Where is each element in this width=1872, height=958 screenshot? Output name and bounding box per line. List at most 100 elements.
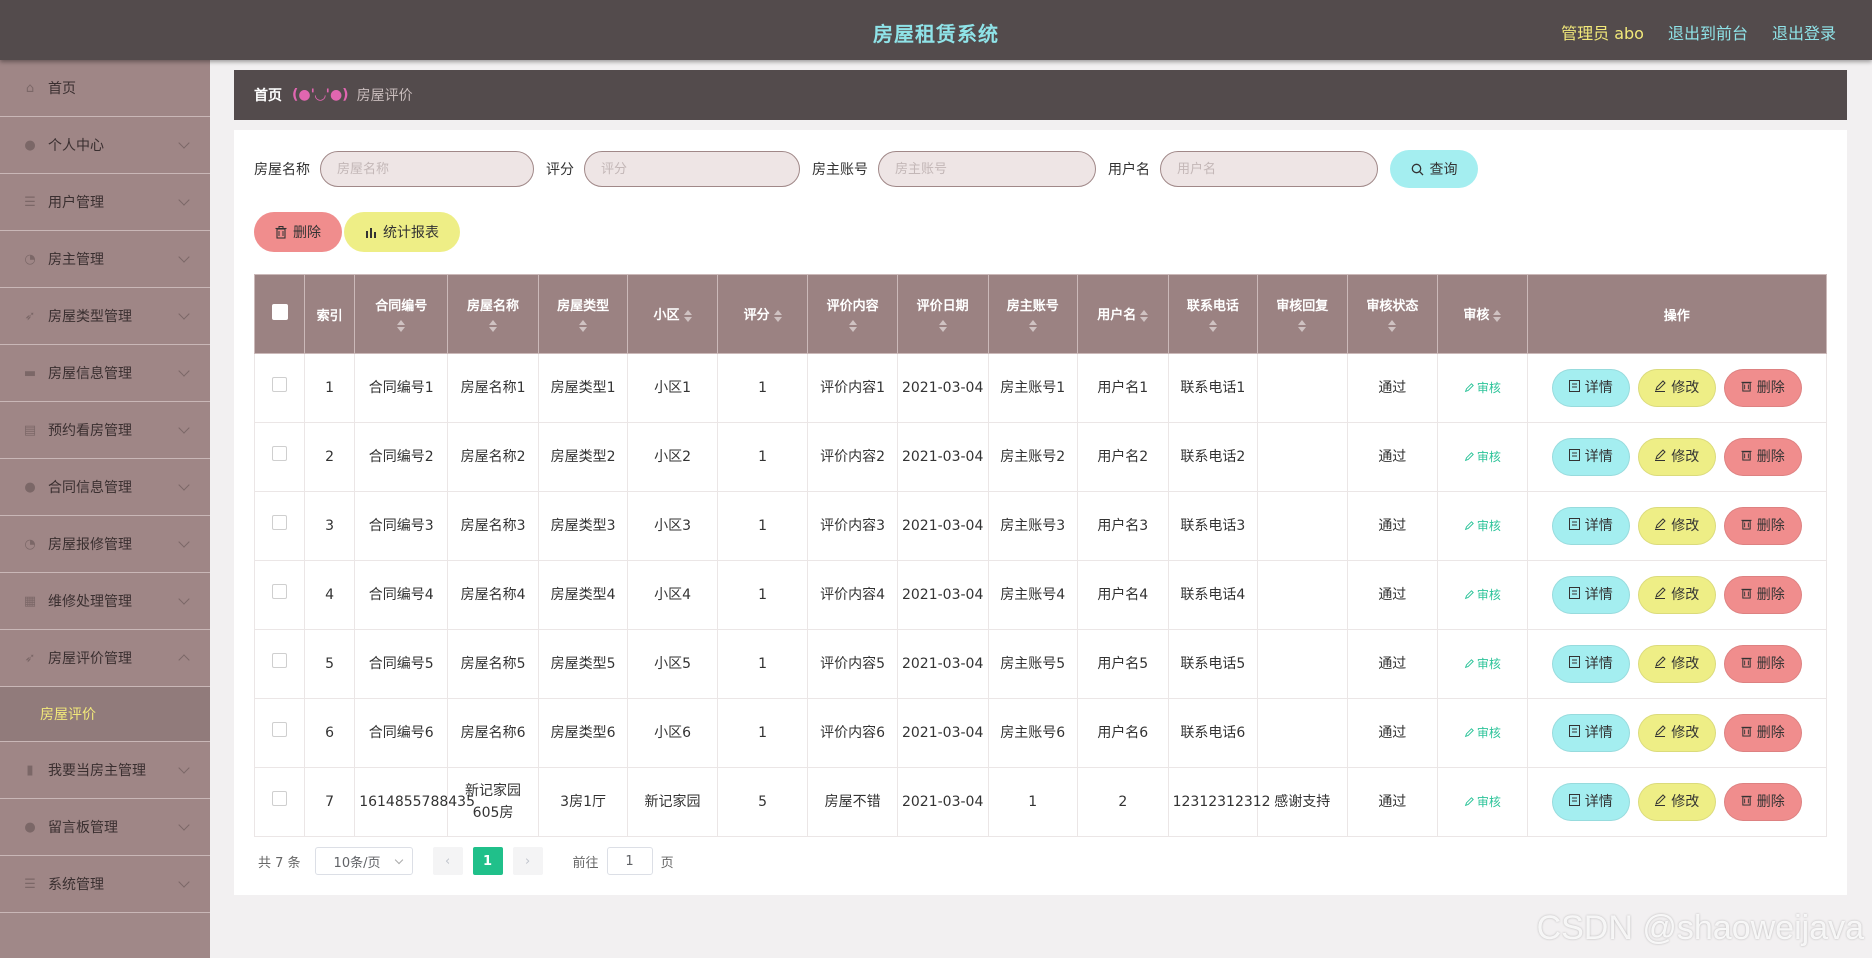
user-input[interactable] [1160,151,1378,187]
review-link-label: 审核 [1476,588,1501,602]
review-link[interactable]: 审核 [1464,519,1501,533]
detail-button[interactable]: 详情 [1551,369,1630,407]
score-input[interactable] [584,151,800,187]
search-icon [1411,163,1423,175]
sidebar-item-2[interactable]: ☰ 用户管理 [0,174,210,231]
goto-page-input[interactable] [606,847,653,875]
col-status[interactable]: 审核状态 [1346,274,1439,354]
col-content[interactable]: 评价内容 [807,274,898,354]
trash-icon [1741,653,1752,675]
stats-report-label: 统计报表 [383,225,439,241]
row-checkbox[interactable] [272,377,288,392]
user-icon: ● [24,819,36,835]
col-date[interactable]: 评价日期 [896,274,989,354]
sidebar-item-4[interactable]: ➶ 房屋类型管理 [0,288,210,345]
row-checkbox[interactable] [272,446,288,461]
page-1-button[interactable]: 1 [472,847,503,875]
back-to-front-link[interactable]: 退出到前台 [1668,20,1748,44]
sort-icon [1140,308,1149,324]
cell-community: 小区5 [627,629,718,699]
delete-button[interactable]: 删除 [1723,438,1802,476]
row-checkbox[interactable] [272,515,288,530]
review-link[interactable]: 审核 [1464,381,1501,395]
prev-page-button[interactable]: ‹ [432,847,463,875]
delete-button[interactable]: 删除 [1723,783,1802,821]
row-checkbox[interactable] [272,584,288,599]
sidebar-subitem-review[interactable]: 房屋评价 [0,687,210,742]
sidebar-item-6[interactable]: ▤ 预约看房管理 [0,402,210,459]
edit-label: 修改 [1671,794,1700,810]
col-phone[interactable]: 联系电话 [1167,274,1259,354]
review-link[interactable]: 审核 [1464,450,1501,464]
cell-reply [1257,422,1348,492]
sidebar-item-7[interactable]: ● 合同信息管理 [0,459,210,516]
row-checkbox[interactable] [272,653,288,668]
col-contract[interactable]: 合同编号 [354,274,449,354]
edit-icon [1654,515,1667,537]
detail-button[interactable]: 详情 [1551,783,1630,821]
cell-owner: 房主账号4 [988,560,1078,630]
owner-input[interactable] [878,151,1096,187]
col-house-type-label: 房屋类型 [557,298,610,314]
detail-button[interactable]: 详情 [1551,576,1630,614]
logout-link[interactable]: 退出登录 [1772,20,1836,44]
row-checkbox[interactable] [272,791,288,806]
cell-house-type: 房屋类型5 [538,629,629,699]
col-house-name[interactable]: 房屋名称 [447,274,539,354]
action-bar: 删除 统计报表 [254,212,460,252]
detail-button[interactable]: 详情 [1551,645,1630,683]
sidebar-item-12[interactable]: ● 留言板管理 [0,799,210,856]
chevron-down-icon [178,593,190,605]
trash-icon [1741,515,1752,537]
col-user[interactable]: 用户名 [1076,274,1169,354]
delete-button[interactable]: 删除 [1723,645,1802,683]
edit-button[interactable]: 修改 [1637,576,1716,614]
delete-button[interactable]: 删除 [1723,507,1802,545]
col-house-type[interactable]: 房屋类型 [537,274,629,354]
sidebar-item-11[interactable]: ▮ 我要当房主管理 [0,742,210,799]
edit-button[interactable]: 修改 [1637,714,1716,752]
col-review[interactable]: 审核 [1437,274,1528,354]
row-checkbox[interactable] [272,722,288,737]
delete-button[interactable]: 删除 [1723,714,1802,752]
edit-button[interactable]: 修改 [1637,369,1716,407]
review-link[interactable]: 审核 [1464,795,1501,809]
sidebar-item-13[interactable]: ☰ 系统管理 [0,856,210,913]
query-button[interactable]: 查询 [1390,150,1478,188]
edit-button[interactable]: 修改 [1637,507,1716,545]
cell-index: 5 [304,629,356,699]
review-cell: 审核 [1437,353,1528,423]
house-name-input[interactable] [320,151,534,187]
select-all-checkbox[interactable] [271,304,288,320]
breadcrumb-home[interactable]: 首页 [254,85,282,105]
sidebar-item-10[interactable]: ➶ 房屋评价管理 [0,630,210,687]
delete-button[interactable]: 删除 [1723,576,1802,614]
sidebar-item-3[interactable]: ◔ 房主管理 [0,231,210,288]
sidebar-item-5[interactable]: ▬ 房屋信息管理 [0,345,210,402]
sidebar-item-8[interactable]: ◔ 房屋报修管理 [0,516,210,573]
detail-button[interactable]: 详情 [1551,438,1630,476]
trash-icon [1741,722,1752,744]
edit-button[interactable]: 修改 [1637,645,1716,683]
batch-delete-button[interactable]: 删除 [254,212,342,252]
edit-button[interactable]: 修改 [1637,438,1716,476]
col-owner[interactable]: 房主账号 [987,274,1078,354]
stats-report-button[interactable]: 统计报表 [344,212,460,252]
review-link[interactable]: 审核 [1464,726,1501,740]
sidebar-item-1[interactable]: ● 个人中心 [0,117,210,174]
col-community[interactable]: 小区 [627,274,718,354]
review-link-label: 审核 [1476,519,1501,533]
detail-button[interactable]: 详情 [1551,714,1630,752]
col-score[interactable]: 评分 [716,274,809,354]
sidebar-item-9[interactable]: ▦ 维修处理管理 [0,573,210,630]
col-reply[interactable]: 审核回复 [1257,274,1348,354]
review-link[interactable]: 审核 [1464,657,1501,671]
sidebar-item-0[interactable]: ⌂ 首页 [0,60,210,117]
page-size-select[interactable]: 10条/页 [314,847,413,875]
review-link[interactable]: 审核 [1464,588,1501,602]
delete-button[interactable]: 删除 [1723,369,1802,407]
edit-button[interactable]: 修改 [1637,783,1716,821]
next-page-button[interactable]: › [512,847,543,875]
delete-label: 删除 [1756,380,1785,396]
detail-button[interactable]: 详情 [1551,507,1630,545]
